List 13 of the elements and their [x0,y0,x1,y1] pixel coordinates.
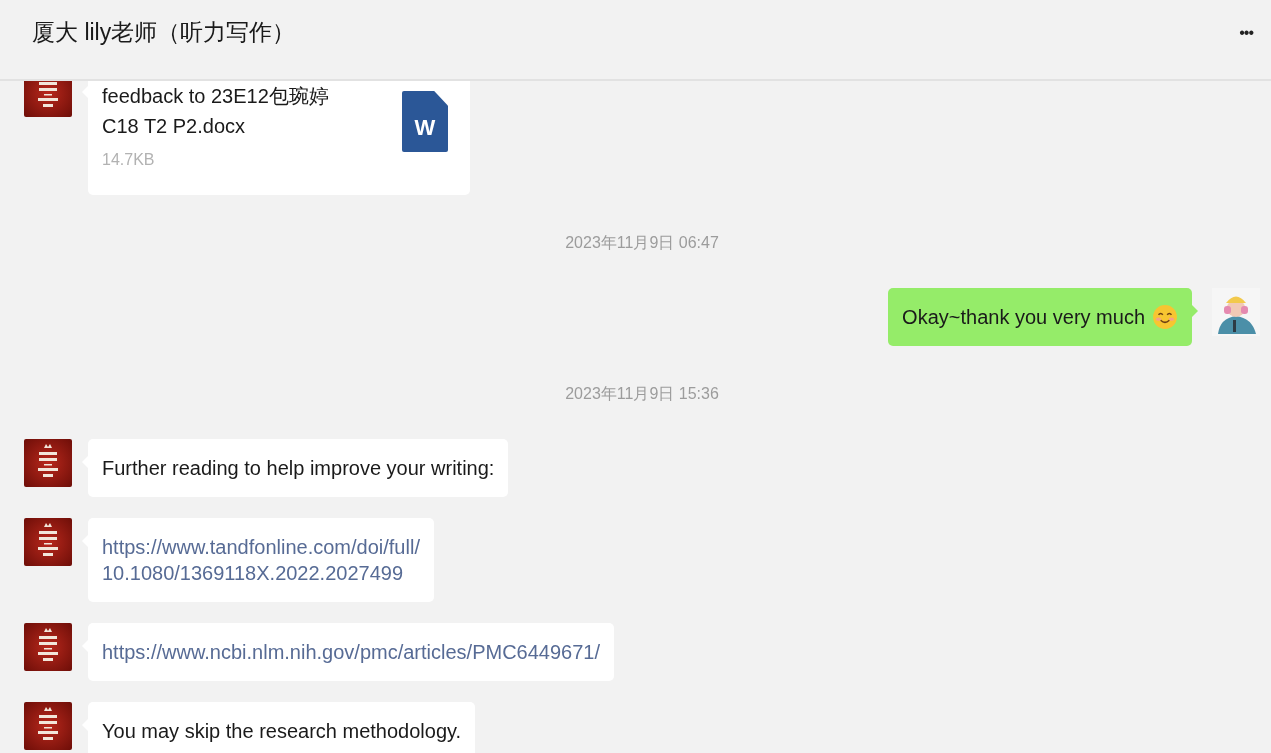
file-message[interactable]: feedback to 23E12包琬婷 C18 T2 P2.docx 14.7KB W [88,81,470,195]
more-button[interactable]: ••• [1235,23,1257,42]
link[interactable]: https://www.ncbi.nlm.nih.gov/pmc/articles/PMC6449671/ [102,639,600,665]
timestamp: 2023年11月9日 06:47 [564,233,720,253]
message-text: Okay~thank you very much [902,305,1145,330]
file-size: 14.7KB [102,150,156,170]
timestamp: 2023年11月9日 15:36 [564,384,720,404]
message-text: You may skip the research methodology. [102,719,462,744]
link[interactable]: https://www.tandfonline.com/doi/full/ 10.1080/1369118X.2022.2027499 [102,534,420,586]
file-name: feedback to 23E12包琬婷 C18 T2 P2.docx [102,84,329,139]
document-icon: W [402,91,448,152]
chat-title: 厦大 lily老师（听力写作） [32,18,296,47]
message-text: Further reading to help improve your writing: [102,456,495,481]
